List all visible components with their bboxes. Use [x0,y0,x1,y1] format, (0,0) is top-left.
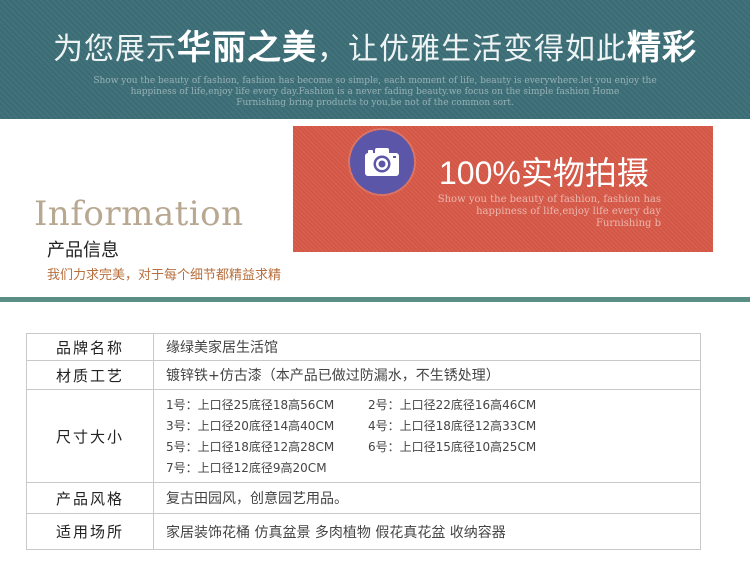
size-item: 3号：上口径20底径14高40CM [166,419,335,433]
size-item: 6号：上口径15底径10高25CM [368,440,537,454]
size-item: 4号：上口径18底径12高33CM [368,419,537,433]
brand-label: 品牌名称 [26,333,154,361]
size-item: 2号：上口径22底径16高46CM [368,398,537,412]
section-divider [0,297,750,302]
usage-label: 适用场所 [26,513,154,550]
banner-title-part1: 为您展示 [53,32,177,67]
banner-title-emphasis: 华丽之美 [177,28,317,68]
table-row: 材质工艺 镀锌铁+仿古漆（本产品已做过防漏水，不生锈处理） [26,360,701,390]
material-value: 镀锌铁+仿古漆（本产品已做过防漏水，不生锈处理） [153,360,701,390]
usage-value: 家居装饰花桶 仿真盆景 多肉植物 假花真花盆 收纳容器 [153,513,701,550]
top-banner: 为您展示华丽之美，让优雅生活变得如此精彩 Show you the beauty… [0,0,750,119]
size-value: 1号：上口径25底径18高56CM 2号：上口径22底径16高46CM 3号：上… [153,389,701,483]
banner-subtitle: Show you the beauty of fashion, fashion … [0,76,750,109]
material-label: 材质工艺 [26,360,154,390]
product-info-heading: 产品信息 [47,240,119,261]
real-photo-subtitle-line: Furnishing b [596,218,661,229]
information-heading: Information [34,194,244,234]
banner-subtitle-line: happiness of life,enjoy life every day.F… [130,87,620,97]
size-item: 5号：上口径18底径12高28CM [166,440,335,454]
size-list: 1号：上口径25底径18高56CM 2号：上口径22底径16高46CM 3号：上… [166,395,700,477]
real-photo-label: 100%实物拍摄 [439,155,649,191]
spec-table: 品牌名称 缘绿美家居生活馆 材质工艺 镀锌铁+仿古漆（本产品已做过防漏水，不生锈… [26,333,701,550]
banner-title-part2: ，让优雅生活变得如此 [317,32,627,67]
table-row: 产品风格 复古田园风，创意园艺用品。 [26,482,701,514]
camera-icon [365,148,399,176]
table-row: 品牌名称 缘绿美家居生活馆 [26,333,701,361]
brand-value: 缘绿美家居生活馆 [153,333,701,361]
style-value: 复古田园风，创意园艺用品。 [153,482,701,514]
banner-subtitle-line: Show you the beauty of fashion, fashion … [93,76,657,86]
real-photo-subtitle-line: Show you the beauty of fashion, fashion … [437,194,661,205]
banner-subtitle-line: Furnishing bring products to you,be not … [236,98,514,108]
table-row: 尺寸大小 1号：上口径25底径18高56CM 2号：上口径22底径16高46CM… [26,389,701,483]
size-item: 7号：上口径12底径9高20CM [166,461,327,475]
banner-title-emphasis-2: 精彩 [627,28,697,68]
real-photo-subtitle-line: happiness of life,enjoy life every day [476,206,661,217]
real-photo-subtitle: Show you the beauty of fashion, fashion … [438,194,661,230]
table-row: 适用场所 家居装饰花桶 仿真盆景 多肉植物 假花真花盆 收纳容器 [26,513,701,550]
style-label: 产品风格 [26,482,154,514]
real-photo-banner: 100%实物拍摄 Show you the beauty of fashion,… [293,126,713,252]
banner-title: 为您展示华丽之美，让优雅生活变得如此精彩 [0,20,750,69]
camera-badge [350,130,414,194]
size-item: 1号：上口径25底径18高56CM [166,398,335,412]
size-label: 尺寸大小 [26,389,154,483]
slogan: 我们力求完美，对于每个细节都精益求精 [47,268,282,283]
